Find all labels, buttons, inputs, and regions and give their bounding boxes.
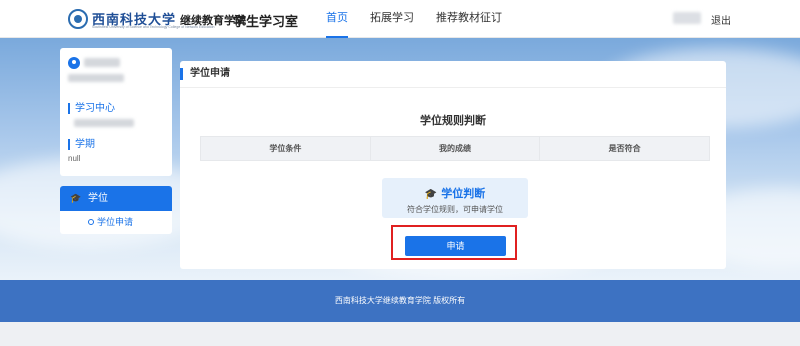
judgement-description: 符合学位规则，可申请学位 (407, 205, 503, 214)
semester-label: 学期 (68, 139, 95, 150)
judgement-title: 🎓 学位判断 (382, 185, 528, 201)
university-logo-icon (68, 9, 88, 29)
column-header-my-score: 我的成绩 (371, 137, 541, 160)
nav-textbook-order[interactable]: 推荐教材征订 (436, 0, 502, 38)
logout-link[interactable]: 退出 (711, 12, 731, 27)
avatar-icon (68, 57, 80, 69)
username-redacted (673, 12, 701, 24)
judgement-title-text: 学位判断 (441, 188, 486, 200)
degree-judgement-card: 🎓 学位判断 符合学位规则，可申请学位 (382, 178, 528, 218)
brand-english-name: Southwest University of Science and Tech… (92, 25, 215, 29)
divider (180, 87, 726, 88)
apply-button[interactable]: 申请 (405, 236, 506, 256)
system-title: 学生学习室 (233, 14, 299, 29)
graduation-cap-icon: 🎓 (70, 193, 82, 203)
bottom-strip (0, 322, 800, 346)
top-header: 西南科技大学 继续教育学院 Southwest University of Sci… (0, 0, 800, 38)
nav-extended-learning[interactable]: 拓展学习 (370, 0, 414, 38)
study-center-value-redacted (74, 119, 134, 127)
brand: 西南科技大学 继续教育学院 Southwest University of Sci… (92, 9, 246, 29)
rule-table-header: 学位条件 我的成绩 是否符合 (200, 136, 710, 161)
study-center-label: 学习中心 (68, 103, 115, 114)
student-name-redacted (84, 58, 120, 67)
page-title: 学位申请 (180, 68, 230, 80)
menu-section-label: 学位 (88, 193, 108, 204)
sidebar-menu: 🎓 学位 学位申请 (60, 186, 172, 234)
menu-section-degree[interactable]: 🎓 学位 (60, 186, 172, 211)
nav-home[interactable]: 首页 (326, 0, 348, 38)
student-profile-card: 学习中心 学期 null (60, 48, 172, 176)
sidebar-item-label: 学位申请 (97, 217, 134, 227)
sidebar-item-degree-application[interactable]: 学位申请 (60, 211, 172, 234)
column-header-qualified: 是否符合 (608, 144, 641, 153)
circle-icon (88, 219, 94, 225)
graduation-cap-icon: 🎓 (424, 189, 438, 200)
semester-value: null (68, 154, 81, 163)
rule-section-title: 学位规则判断 (420, 115, 486, 127)
footer: 西南科技大学继续教育学院 版权所有 (0, 280, 800, 322)
main-nav: 首页 拓展学习 推荐教材征订 (326, 0, 524, 38)
column-header-condition: 学位条件 (201, 137, 371, 160)
student-id-redacted (68, 74, 124, 82)
degree-application-panel: 学位申请 学位规则判断 学位条件 我的成绩 是否符合 🎓 学位判断 符合学位规则，… (180, 61, 726, 269)
footer-copyright: 西南科技大学继续教育学院 版权所有 (334, 296, 466, 305)
